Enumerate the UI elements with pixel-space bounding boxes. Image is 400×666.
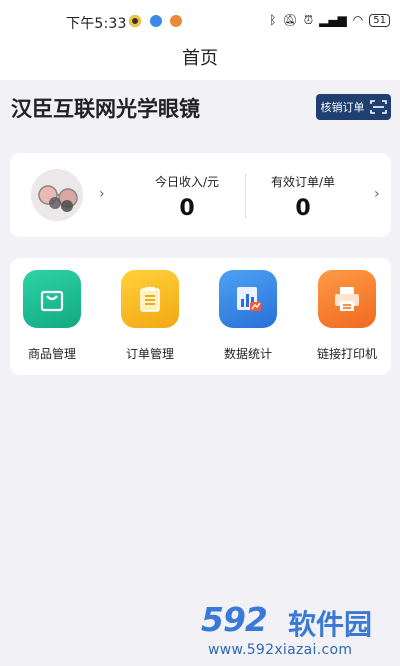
watermark: 592 软件园 www.592xiazai.com xyxy=(196,594,400,666)
menu-item-order-management[interactable]: 订单管理 xyxy=(110,270,190,362)
glasses-icon xyxy=(31,169,83,221)
wifi-icon: ◠ xyxy=(352,13,364,27)
orders-label: 有效订单/单 xyxy=(270,175,336,189)
bluetooth-icon: ᛒ xyxy=(269,13,277,27)
divider xyxy=(245,173,246,219)
notification-app-icon xyxy=(129,15,141,27)
store-header: 汉臣互联网光学眼镜 核销订单 xyxy=(11,93,391,123)
orders-value: 0 xyxy=(295,196,311,221)
menu-label: 订单管理 xyxy=(125,347,174,361)
menu-label: 数据统计 xyxy=(223,347,272,361)
chevron-right-icon[interactable]: › xyxy=(374,186,380,202)
menu-label: 商品管理 xyxy=(27,347,76,361)
stats-card: › 今日收入/元 0 有效订单/单 0 › xyxy=(10,153,391,237)
scan-icon xyxy=(369,100,387,114)
watermark-url: www.592xiazai.com xyxy=(208,642,353,658)
store-avatar[interactable] xyxy=(31,169,83,221)
watermark-name: 软件园 xyxy=(288,608,373,641)
status-icons: ᛒ 🔕︎ ⏰︎ ▂▄▆ ◠ 51 xyxy=(269,13,390,27)
store-name: 汉臣互联网光学眼镜 xyxy=(11,97,200,121)
bar-chart-icon xyxy=(219,270,277,328)
status-time: 下午5:33 xyxy=(66,16,127,32)
income-stat[interactable]: 今日收入/元 0 xyxy=(137,173,237,221)
clipboard-icon xyxy=(121,270,179,328)
signal-icon: ▂▄▆ xyxy=(319,13,347,27)
menu-item-connect-printer[interactable]: 链接打印机 xyxy=(307,270,387,362)
shopping-bag-icon xyxy=(23,270,81,328)
battery-icon: 51 xyxy=(369,13,390,27)
chevron-right-icon[interactable]: › xyxy=(99,186,105,202)
alarm-icon: ⏰︎ xyxy=(303,13,314,27)
verify-order-label: 核销订单 xyxy=(320,101,365,114)
notification-app-icon xyxy=(150,15,162,27)
orders-stat[interactable]: 有效订单/单 0 xyxy=(253,173,353,221)
menu-item-data-statistics[interactable]: 数据统计 xyxy=(208,270,288,362)
menu-card: 商品管理 订单管理 数据统计 链接打印机 xyxy=(10,258,391,375)
menu-label: 链接打印机 xyxy=(316,347,377,361)
menu-item-product-management[interactable]: 商品管理 xyxy=(12,270,92,362)
watermark-number: 592 xyxy=(201,600,268,639)
printer-icon xyxy=(318,270,376,328)
verify-order-button[interactable]: 核销订单 xyxy=(316,94,391,120)
top-bar: 下午5:33 ᛒ 🔕︎ ⏰︎ ▂▄▆ ◠ 51 首页 xyxy=(0,0,400,80)
bell-mute-icon: 🔕︎ xyxy=(282,13,298,27)
page-title: 首页 xyxy=(182,48,218,69)
income-value: 0 xyxy=(179,196,195,221)
status-bar: 下午5:33 ᛒ 🔕︎ ⏰︎ ▂▄▆ ◠ 51 xyxy=(0,0,400,44)
income-label: 今日收入/元 xyxy=(154,175,220,189)
notification-app-icon xyxy=(170,15,182,27)
